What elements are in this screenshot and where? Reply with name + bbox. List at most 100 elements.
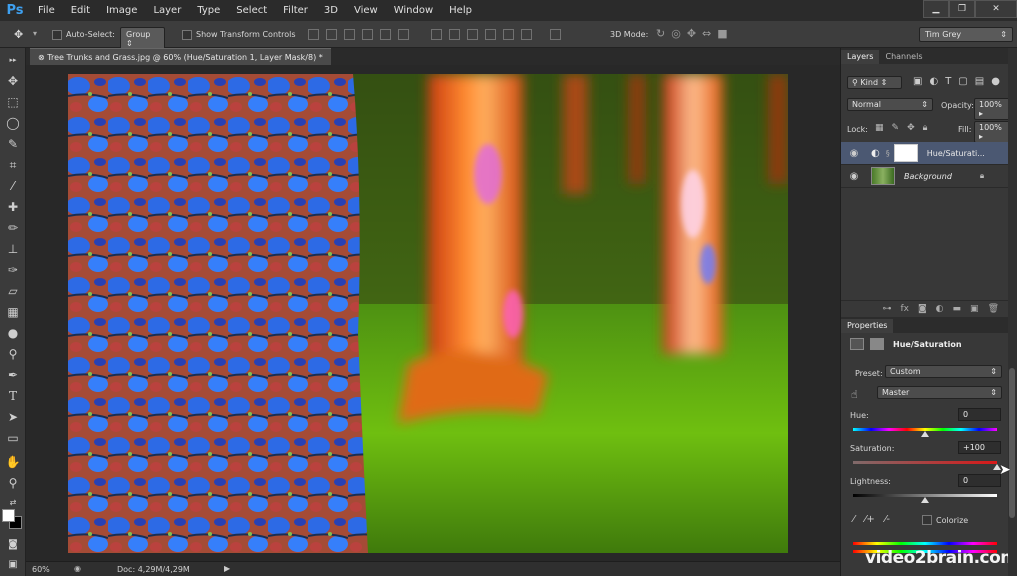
filter-smart-icon[interactable]: ▤ (975, 76, 984, 87)
distribute-vcenter-icon[interactable] (449, 29, 460, 40)
align-hcenter-icon[interactable] (380, 29, 391, 40)
quick-select-tool-icon[interactable]: ✎ (4, 135, 22, 153)
eyedropper-icon[interactable]: ⁄ (853, 514, 855, 525)
restore-icon[interactable]: ❐ (949, 0, 975, 18)
align-vcenter-icon[interactable] (326, 29, 337, 40)
scrollbar-thumb[interactable] (1009, 368, 1015, 518)
tool-preset-chevron-icon[interactable]: ▾ (33, 29, 37, 38)
lightness-slider-thumb[interactable] (921, 497, 929, 503)
new-adjustment-icon[interactable]: ◐ (936, 304, 944, 314)
new-layer-icon[interactable]: ▣ (970, 304, 979, 314)
clone-stamp-tool-icon[interactable]: ⊥ (4, 240, 22, 258)
crop-tool-icon[interactable]: ⌗ (4, 156, 22, 174)
menu-window[interactable]: Window (386, 0, 441, 21)
auto-align-icon[interactable] (550, 29, 561, 40)
add-mask-icon[interactable]: ◙ (918, 304, 927, 314)
workspace-dropdown[interactable]: Tim Grey ⇕ (919, 27, 1013, 42)
adjustment-icon[interactable] (850, 338, 864, 350)
3d-scale-icon[interactable]: ■ (717, 27, 727, 40)
history-brush-tool-icon[interactable]: ✑ (4, 261, 22, 279)
tab-channels[interactable]: Channels (879, 50, 928, 64)
gradient-tool-icon[interactable]: ▦ (4, 303, 22, 321)
menu-layer[interactable]: Layer (145, 0, 189, 21)
healing-brush-tool-icon[interactable]: ✚ (4, 198, 22, 216)
tab-properties[interactable]: Properties (841, 319, 894, 333)
distribute-hcenter-icon[interactable] (503, 29, 514, 40)
link-layers-icon[interactable]: ⊶ (882, 304, 891, 314)
blur-tool-icon[interactable]: ● (4, 324, 22, 342)
3d-slide-icon[interactable]: ⇔ (702, 27, 711, 40)
align-bottom-icon[interactable] (344, 29, 355, 40)
align-left-icon[interactable] (362, 29, 373, 40)
document-tab[interactable]: ⊗ Tree Trunks and Grass.jpg @ 60% (Hue/S… (30, 48, 331, 65)
lasso-tool-icon[interactable]: ◯ (4, 114, 22, 132)
pen-tool-icon[interactable]: ✒ (4, 366, 22, 384)
lock-transparent-icon[interactable]: ▦ (875, 123, 884, 133)
brush-tool-icon[interactable]: ✏ (4, 219, 22, 237)
hue-field[interactable]: 0 (958, 408, 1001, 421)
filter-pixel-icon[interactable]: ▣ (913, 76, 922, 87)
distribute-left-icon[interactable] (485, 29, 496, 40)
zoom-tool-icon[interactable]: ⚲ (4, 474, 22, 492)
channel-dropdown[interactable]: Master ⇕ (877, 386, 1002, 399)
move-tool-icon[interactable]: ✥ (14, 28, 23, 41)
filter-shape-icon[interactable]: ▢ (958, 76, 967, 87)
layer-filter-dropdown[interactable]: ⚲ Kind ⇕ (847, 76, 902, 89)
visibility-eye-icon[interactable]: ◉ (841, 171, 867, 182)
distribute-right-icon[interactable] (521, 29, 532, 40)
mask-icon[interactable] (870, 338, 884, 350)
quick-mask-icon[interactable]: ◙ (4, 535, 22, 553)
distribute-top-icon[interactable] (431, 29, 442, 40)
colorize-checkbox[interactable] (922, 515, 932, 525)
3d-drag-icon[interactable]: ✥ (687, 27, 696, 40)
new-group-icon[interactable]: ▬ (953, 304, 962, 314)
visibility-eye-icon[interactable]: ◉ (841, 148, 867, 159)
saturation-slider-track[interactable] (853, 461, 997, 464)
zoom-level[interactable]: 60% (32, 565, 50, 574)
hand-tool-icon[interactable]: ✋ (4, 453, 22, 471)
auto-select-checkbox[interactable] (52, 30, 62, 40)
menu-type[interactable]: Type (189, 0, 228, 21)
menu-edit[interactable]: Edit (63, 0, 98, 21)
marquee-tool-icon[interactable]: ⬚ (4, 93, 22, 111)
menu-select[interactable]: Select (228, 0, 275, 21)
menu-view[interactable]: View (346, 0, 386, 21)
hue-slider-thumb[interactable] (921, 431, 929, 437)
layer-name[interactable]: Hue/Saturati... (927, 149, 985, 158)
fx-icon[interactable]: fx (900, 304, 909, 314)
lightness-field[interactable]: 0 (958, 474, 1001, 487)
link-icon[interactable]: § (886, 149, 890, 158)
opacity-field[interactable]: 100% ▸ (974, 98, 1010, 120)
toolbar-collapse-icon[interactable]: ▸▸ (4, 51, 22, 69)
move-tool-icon[interactable]: ✥ (4, 72, 22, 90)
saturation-field[interactable]: +100 (958, 441, 1001, 454)
distribute-bottom-icon[interactable] (467, 29, 478, 40)
eyedropper-tool-icon[interactable]: ⁄ (4, 177, 22, 195)
menu-image[interactable]: Image (98, 0, 145, 21)
preset-dropdown[interactable]: Custom ⇕ (885, 365, 1002, 378)
status-menu-arrow-icon[interactable]: ▶ (224, 564, 230, 573)
fill-field[interactable]: 100% ▸ (974, 121, 1010, 143)
blend-mode-dropdown[interactable]: Normal ⇕ (847, 98, 933, 111)
info-icon[interactable]: ◉ (74, 564, 81, 573)
document-canvas[interactable] (68, 74, 788, 553)
layer-row[interactable]: ◉ Background 🔒︎ (841, 165, 1009, 188)
close-icon[interactable]: ⊗ (38, 53, 47, 62)
tab-layers[interactable]: Layers (841, 50, 880, 64)
align-top-icon[interactable] (308, 29, 319, 40)
eyedropper-plus-icon[interactable]: ⁄+ (865, 514, 875, 525)
rectangle-tool-icon[interactable]: ▭ (4, 429, 22, 447)
3d-roll-icon[interactable]: ◎ (671, 27, 681, 40)
filter-adjustment-icon[interactable]: ◐ (929, 76, 938, 87)
lock-position-icon[interactable]: ✥ (907, 123, 915, 133)
layer-mask-thumbnail[interactable] (893, 144, 918, 162)
3d-orbit-icon[interactable]: ↻ (656, 27, 665, 40)
filter-type-icon[interactable]: T (945, 76, 951, 87)
menu-filter[interactable]: Filter (275, 0, 316, 21)
layer-name[interactable]: Background (904, 172, 952, 181)
screen-mode-icon[interactable]: ▣ (4, 555, 22, 573)
type-tool-icon[interactable]: T (4, 387, 22, 405)
eyedropper-minus-icon[interactable]: ⁄- (885, 514, 890, 525)
lock-all-icon[interactable]: 🔒︎ (923, 123, 928, 133)
path-selection-tool-icon[interactable]: ➤ (4, 408, 22, 426)
